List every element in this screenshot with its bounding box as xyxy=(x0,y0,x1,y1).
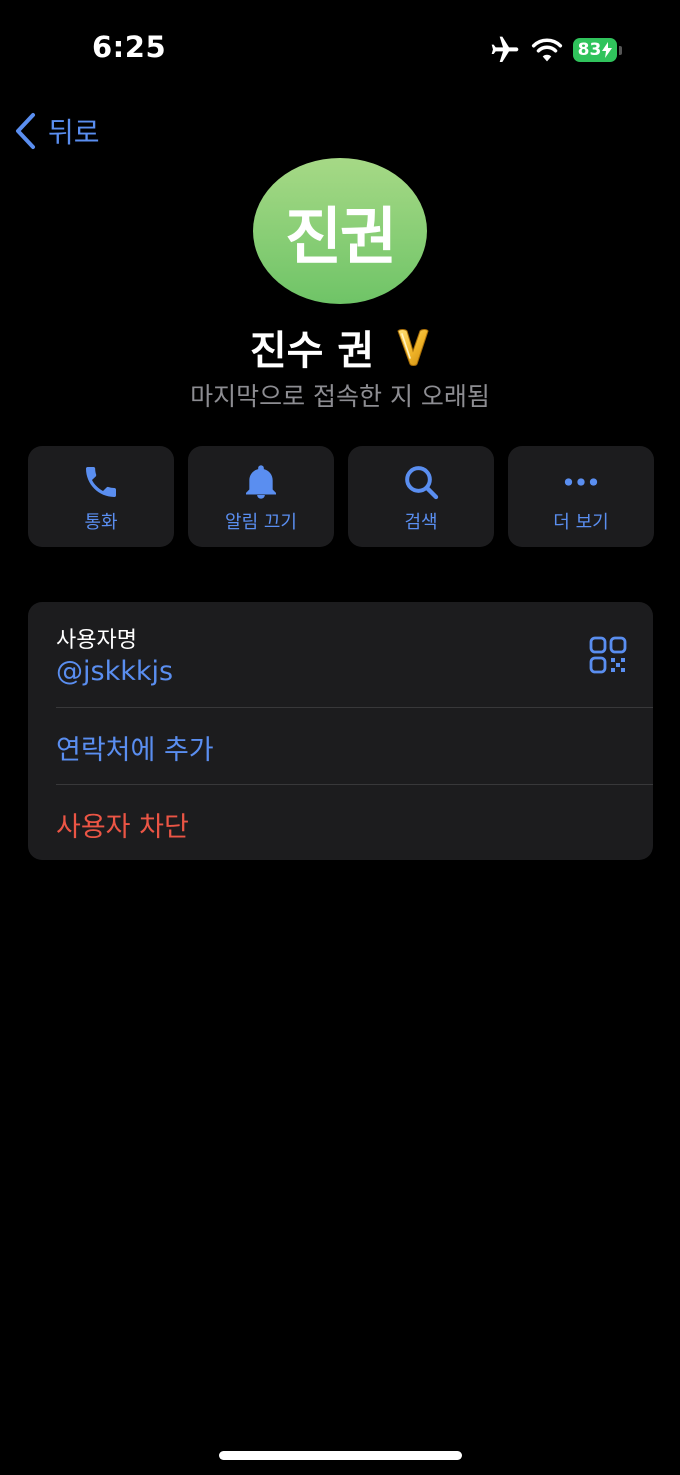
profile-name-row: 진수 권 xyxy=(0,318,680,376)
status-time: 6:25 xyxy=(92,30,167,64)
divider xyxy=(56,784,653,785)
avatar-initials: 진권 xyxy=(284,200,397,273)
username-row[interactable]: 사용자명 @jskkkjs xyxy=(28,602,653,707)
username-label: 사용자명 xyxy=(56,628,137,653)
search-icon xyxy=(405,466,439,500)
profile-info-card: 사용자명 @jskkkjs 연락처에 추가 사용자 차단 xyxy=(28,602,653,860)
more-icon xyxy=(564,478,598,486)
battery-percent: 83 xyxy=(577,40,602,60)
profile-name: 진수 권 xyxy=(249,328,375,374)
home-indicator[interactable] xyxy=(219,1451,462,1460)
search-label: 검색 xyxy=(404,512,438,533)
mute-button[interactable]: 알림 끄기 xyxy=(188,446,334,547)
mute-label: 알림 끄기 xyxy=(225,512,297,533)
call-button[interactable]: 통화 xyxy=(28,446,174,547)
divider xyxy=(56,707,653,708)
call-label: 통화 xyxy=(84,512,118,533)
action-bar: 통화 알림 끄기 검색 더 보기 xyxy=(28,446,654,547)
username-value[interactable]: @jskkkjs xyxy=(56,656,173,687)
chevron-left-icon xyxy=(16,113,35,149)
qr-code-icon[interactable] xyxy=(589,636,627,674)
more-label: 더 보기 xyxy=(553,512,609,533)
search-button[interactable]: 검색 xyxy=(348,446,494,547)
wifi-icon xyxy=(531,38,563,62)
status-icons: 83 xyxy=(489,34,622,66)
charging-bolt-icon xyxy=(602,42,613,58)
premium-badge-icon[interactable] xyxy=(396,327,430,367)
airplane-icon xyxy=(491,36,519,62)
avatar[interactable]: 진권 xyxy=(253,158,427,304)
more-button[interactable]: 더 보기 xyxy=(508,446,654,547)
block-user-button[interactable]: 사용자 차단 xyxy=(56,805,189,844)
add-contact-button[interactable]: 연락처에 추가 xyxy=(56,728,214,767)
back-label: 뒤로 xyxy=(48,116,100,149)
battery-indicator: 83 xyxy=(573,38,622,62)
phone-icon xyxy=(86,467,116,497)
bell-icon xyxy=(246,465,276,499)
last-seen-status: 마지막으로 접속한 지 오래됨 xyxy=(190,382,490,411)
battery-level: 83 xyxy=(573,38,617,62)
battery-cap xyxy=(619,45,622,55)
back-button[interactable]: 뒤로 xyxy=(14,111,100,151)
